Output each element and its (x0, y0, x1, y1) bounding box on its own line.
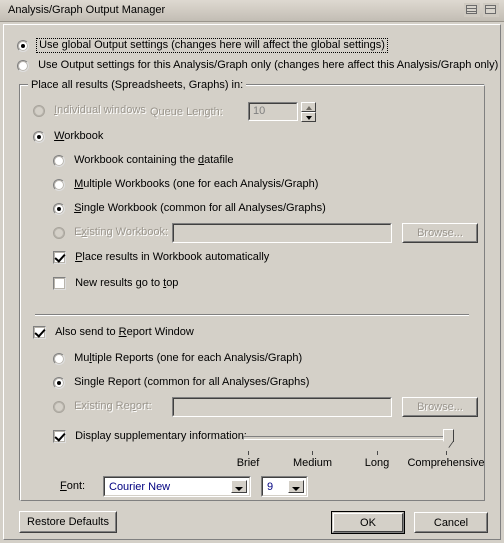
radio-workbook[interactable] (33, 130, 45, 143)
slider-tick-medium (312, 451, 313, 455)
radio-workbook-label: Workbook (54, 130, 104, 142)
radio-use-global-settings[interactable] (17, 39, 29, 52)
font-family-combo[interactable]: Courier New (103, 476, 251, 497)
radio-multiple-workbooks[interactable] (53, 178, 65, 191)
queue-length-stepper-up[interactable] (301, 102, 316, 112)
cascade-windows-icon[interactable] (483, 3, 499, 17)
checkbox-also-send-report-label: Also send to Report Window (55, 326, 194, 338)
radio-individual-windows-label: Individual windows (54, 104, 146, 116)
checkbox-display-supplementary[interactable] (53, 430, 66, 443)
checkbox-also-send-report[interactable] (33, 326, 46, 339)
slider-tick-comprehensive (446, 451, 447, 455)
supplementary-detail-slider-thumb[interactable] (443, 429, 454, 449)
radio-single-report-label: Single Report (common for all Analyses/G… (74, 376, 310, 388)
new-results-top-row[interactable]: New results go to top (53, 277, 178, 290)
slider-tick-long (377, 451, 378, 455)
font-family-value: Courier New (109, 481, 171, 493)
font-size-value: 9 (267, 481, 274, 493)
cancel-button-label: Cancel (433, 516, 469, 529)
dialog-window: Analysis/Graph Output Manager Use global… (0, 0, 504, 543)
section-divider (35, 314, 469, 316)
checkbox-new-results-top[interactable] (53, 277, 66, 290)
slider-label-long: Long (364, 457, 390, 469)
radio-single-report[interactable] (53, 376, 65, 389)
slider-label-medium: Medium (292, 457, 333, 469)
radio-multiple-workbooks-label: Multiple Workbooks (one for each Analysi… (74, 178, 319, 190)
browse-report-button[interactable]: Browse... (402, 397, 478, 417)
queue-length-stepper[interactable] (301, 102, 316, 122)
font-label: Font: (60, 480, 85, 493)
radio-use-local-settings[interactable] (17, 59, 29, 72)
radio-single-workbook-label: Single Workbook (common for all Analyses… (74, 202, 326, 214)
ok-button[interactable]: OK (331, 511, 405, 534)
title-bar-buttons (464, 3, 499, 17)
radio-use-local-settings-label: Use Output settings for this Analysis/Gr… (38, 59, 499, 71)
place-results-auto-row[interactable]: Place results in Workbook automatically (53, 251, 269, 264)
scope-local-row[interactable]: Use Output settings for this Analysis/Gr… (17, 59, 498, 72)
checkbox-place-results-auto[interactable] (53, 251, 66, 264)
radio-single-workbook[interactable] (53, 202, 65, 215)
browse-workbook-button[interactable]: Browse... (402, 223, 478, 243)
display-supplementary-row[interactable]: Display supplementary information: (53, 430, 247, 443)
browse-workbook-button-label: Browse... (417, 227, 463, 239)
radio-existing-workbook-label: Existing Workbook: (74, 226, 169, 238)
slider-label-brief: Brief (236, 457, 260, 469)
checkbox-new-results-top-label: New results go to top (75, 277, 179, 289)
font-size-chevron-down-icon[interactable] (288, 480, 304, 493)
radio-existing-report[interactable] (53, 400, 65, 413)
radio-existing-workbook[interactable] (53, 226, 65, 239)
existing-report-row[interactable]: Existing Report: (53, 400, 152, 413)
title-bar[interactable]: Analysis/Graph Output Manager (0, 0, 504, 22)
slider-label-comprehensive: Comprehensive (407, 457, 485, 469)
queue-length-stepper-down[interactable] (301, 112, 316, 122)
also-send-report-row[interactable]: Also send to Report Window (33, 326, 194, 339)
radio-workbook-containing-datafile[interactable] (53, 154, 65, 167)
restore-defaults-button-label: Restore Defaults (27, 516, 109, 528)
workbook-row[interactable]: Workbook (33, 130, 103, 143)
queue-length-input[interactable]: 10 (248, 102, 298, 121)
single-report-row[interactable]: Single Report (common for all Analyses/G… (53, 376, 309, 389)
restore-defaults-button[interactable]: Restore Defaults (19, 511, 117, 533)
radio-multiple-reports-label: Multiple Reports (one for each Analysis/… (74, 352, 303, 364)
dialog-panel: Use global Output settings (changes here… (5, 26, 499, 538)
queue-length-value: 10 (253, 105, 266, 117)
window-title: Analysis/Graph Output Manager (8, 4, 166, 16)
single-workbook-row[interactable]: Single Workbook (common for all Analyses… (53, 202, 326, 215)
supplementary-detail-slider-track[interactable] (243, 436, 453, 440)
radio-individual-windows[interactable] (33, 104, 45, 117)
radio-use-global-settings-label: Use global Output settings (changes here… (36, 38, 388, 53)
radio-existing-report-label: Existing Report: (74, 400, 152, 412)
queue-length-label: Queue Length: (150, 106, 223, 119)
browse-report-button-label: Browse... (417, 401, 463, 413)
font-label-text: Font: (60, 480, 86, 492)
individual-windows-row[interactable]: Individual windows (33, 104, 146, 117)
multiple-reports-row[interactable]: Multiple Reports (one for each Analysis/… (53, 352, 302, 365)
existing-workbook-row[interactable]: Existing Workbook: (53, 226, 168, 239)
font-family-chevron-down-icon[interactable] (231, 480, 247, 493)
cancel-button[interactable]: Cancel (414, 512, 488, 533)
checkbox-place-results-auto-label: Place results in Workbook automatically (75, 251, 270, 263)
font-size-combo[interactable]: 9 (261, 476, 308, 497)
dialog-client-area: Use global Output settings (changes here… (3, 24, 501, 540)
queue-length-label-text: Queue Length: (150, 106, 223, 118)
tile-windows-icon[interactable] (464, 3, 480, 17)
scope-global-row[interactable]: Use global Output settings (changes here… (17, 38, 388, 53)
multiple-workbooks-row[interactable]: Multiple Workbooks (one for each Analysi… (53, 178, 318, 191)
slider-tick-brief (248, 451, 249, 455)
ok-button-label: OK (360, 516, 376, 529)
radio-workbook-containing-datafile-label: Workbook containing the datafile (74, 154, 234, 166)
checkbox-display-supplementary-label: Display supplementary information: (75, 430, 247, 442)
workbook-containing-datafile-row[interactable]: Workbook containing the datafile (53, 154, 233, 167)
existing-report-input[interactable] (172, 397, 392, 417)
existing-workbook-input[interactable] (172, 223, 392, 243)
radio-multiple-reports[interactable] (53, 352, 65, 365)
place-results-groupbox-title: Place all results (Spreadsheets, Graphs)… (28, 79, 247, 91)
